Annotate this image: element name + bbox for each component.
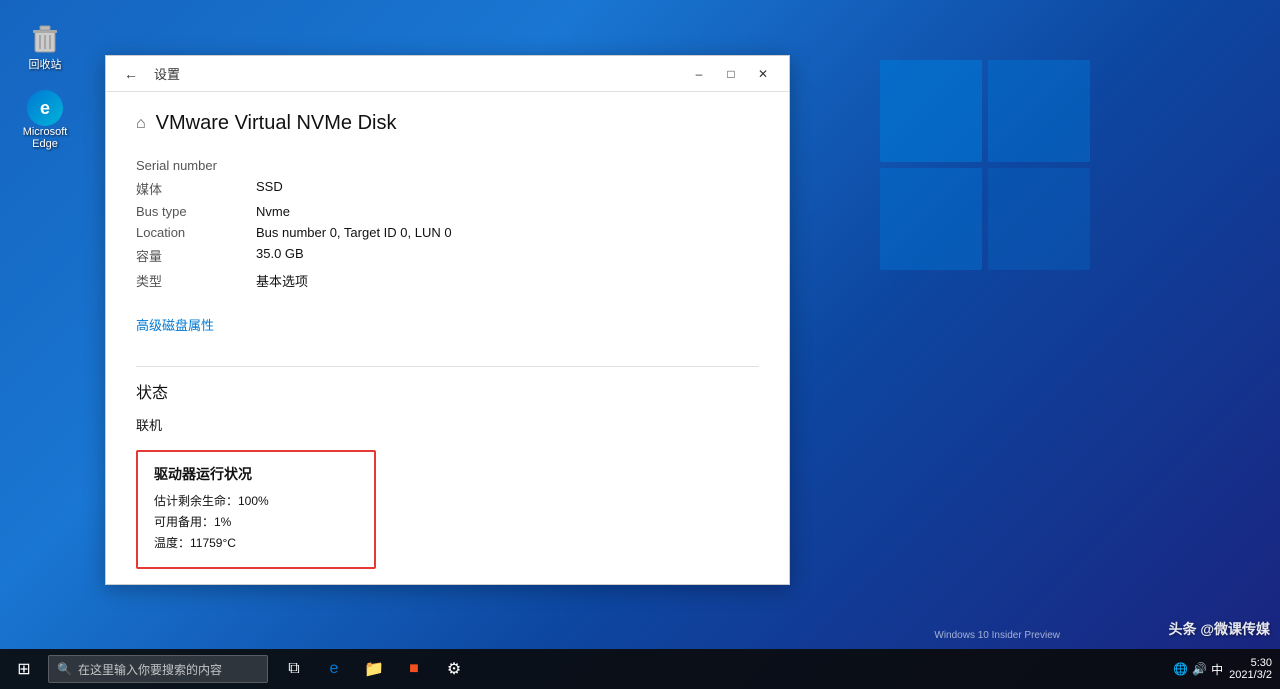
settings-window: ← 设置 – □ ✕ ⌂ VMware Virtual NVMe Disk Se… [105,55,790,585]
device-title-row: ⌂ VMware Virtual NVMe Disk [136,112,759,135]
divider-1 [136,366,759,367]
media-label: 媒体 [136,179,256,198]
bustype-value: Nvme [256,204,290,219]
windows-logo-decoration [880,60,1100,280]
watermark: 头条 @微课传媒 [1168,619,1270,639]
detail-link[interactable]: 单击此处获取详细信息 [136,581,266,584]
taskview-button[interactable]: ⧉ [276,649,312,689]
settings-taskbar-icon[interactable]: ⚙ [436,649,472,689]
advanced-disk-link[interactable]: 高级磁盘属性 [136,315,214,334]
clock-time: 5:30 [1229,657,1272,669]
clock-date: 2021/3/2 [1229,669,1272,681]
taskbar: ⊞ 🔍 在这里输入你要搜索的内容 ⧉ e 📁 ■ ⚙ 🌐 🔊 中 5:30 20… [0,649,1280,689]
network-icon: 🌐 [1173,662,1188,676]
info-row-serial: Serial number [136,155,759,176]
device-title: VMware Virtual NVMe Disk [156,112,397,135]
info-table: Serial number 媒体 SSD Bus type Nvme Locat… [136,155,759,293]
start-button[interactable]: ⊞ [0,649,48,689]
home-icon: ⌂ [136,115,146,133]
watermark-main: 头条 @微课传媒 [1168,619,1270,639]
driver-stat-temp: 温度：11759°C [154,534,358,551]
title-bar: ← 设置 – □ ✕ [106,56,789,92]
insider-watermark: Windows 10 Insider Preview [934,630,1060,641]
capacity-value: 35.0 GB [256,246,304,265]
serial-label: Serial number [136,158,256,173]
clock: 5:30 2021/3/2 [1229,657,1272,681]
capacity-label: 容量 [136,246,256,265]
type-value: 基本选项 [256,271,308,290]
desktop: 回收站 e Microsoft Edge ← 设置 – □ ✕ ⌂ VMware… [0,0,1280,689]
info-row-bustype: Bus type Nvme [136,201,759,222]
edge-taskbar-icon[interactable]: e [316,649,352,689]
media-value: SSD [256,179,283,198]
driver-stat-life: 估计剩余生命：100% [154,492,358,509]
recycle-bin-label: 回收站 [29,56,62,72]
window-controls: – □ ✕ [685,63,777,85]
type-label: 类型 [136,271,256,290]
minimize-button[interactable]: – [685,63,713,85]
search-placeholder-text: 在这里输入你要搜索的内容 [78,661,222,678]
lang-indicator: 中 [1211,661,1223,678]
info-row-media: 媒体 SSD [136,176,759,201]
taskbar-icons: ⧉ e 📁 ■ ⚙ [276,649,472,689]
location-value: Bus number 0, Target ID 0, LUN 0 [256,225,452,240]
driver-status-box: 驱动器运行状况 估计剩余生命：100% 可用备用：1% 温度：11759°C [136,450,376,569]
driver-status-title: 驱动器运行状况 [154,464,358,484]
search-bar[interactable]: 🔍 在这里输入你要搜索的内容 [48,655,268,683]
file-explorer-icon[interactable]: 📁 [356,649,392,689]
bustype-label: Bus type [136,204,256,219]
close-button[interactable]: ✕ [749,63,777,85]
taskbar-right: 🌐 🔊 中 5:30 2021/3/2 [1173,657,1280,681]
status-value: 联机 [136,415,759,434]
location-label: Location [136,225,256,240]
info-row-type: 类型 基本选项 [136,268,759,293]
system-tray: 🌐 🔊 中 [1173,661,1223,678]
driver-stat-spare: 可用备用：1% [154,513,358,530]
edge-label: Microsoft Edge [15,126,75,150]
search-icon: 🔍 [57,662,72,676]
store-icon[interactable]: ■ [396,649,432,689]
info-row-location: Location Bus number 0, Target ID 0, LUN … [136,222,759,243]
edge-desktop-icon[interactable]: e Microsoft Edge [15,90,75,150]
volume-icon: 🔊 [1192,662,1207,676]
info-row-capacity: 容量 35.0 GB [136,243,759,268]
maximize-button[interactable]: □ [717,63,745,85]
back-button[interactable]: ← [118,64,144,84]
edge-logo: e [27,90,63,126]
title-bar-left: ← 设置 [118,64,180,84]
window-content: ⌂ VMware Virtual NVMe Disk Serial number… [106,92,789,584]
status-section-title: 状态 [136,379,759,403]
recycle-bin-icon[interactable]: 回收站 [15,20,75,72]
window-title: 设置 [154,64,180,83]
